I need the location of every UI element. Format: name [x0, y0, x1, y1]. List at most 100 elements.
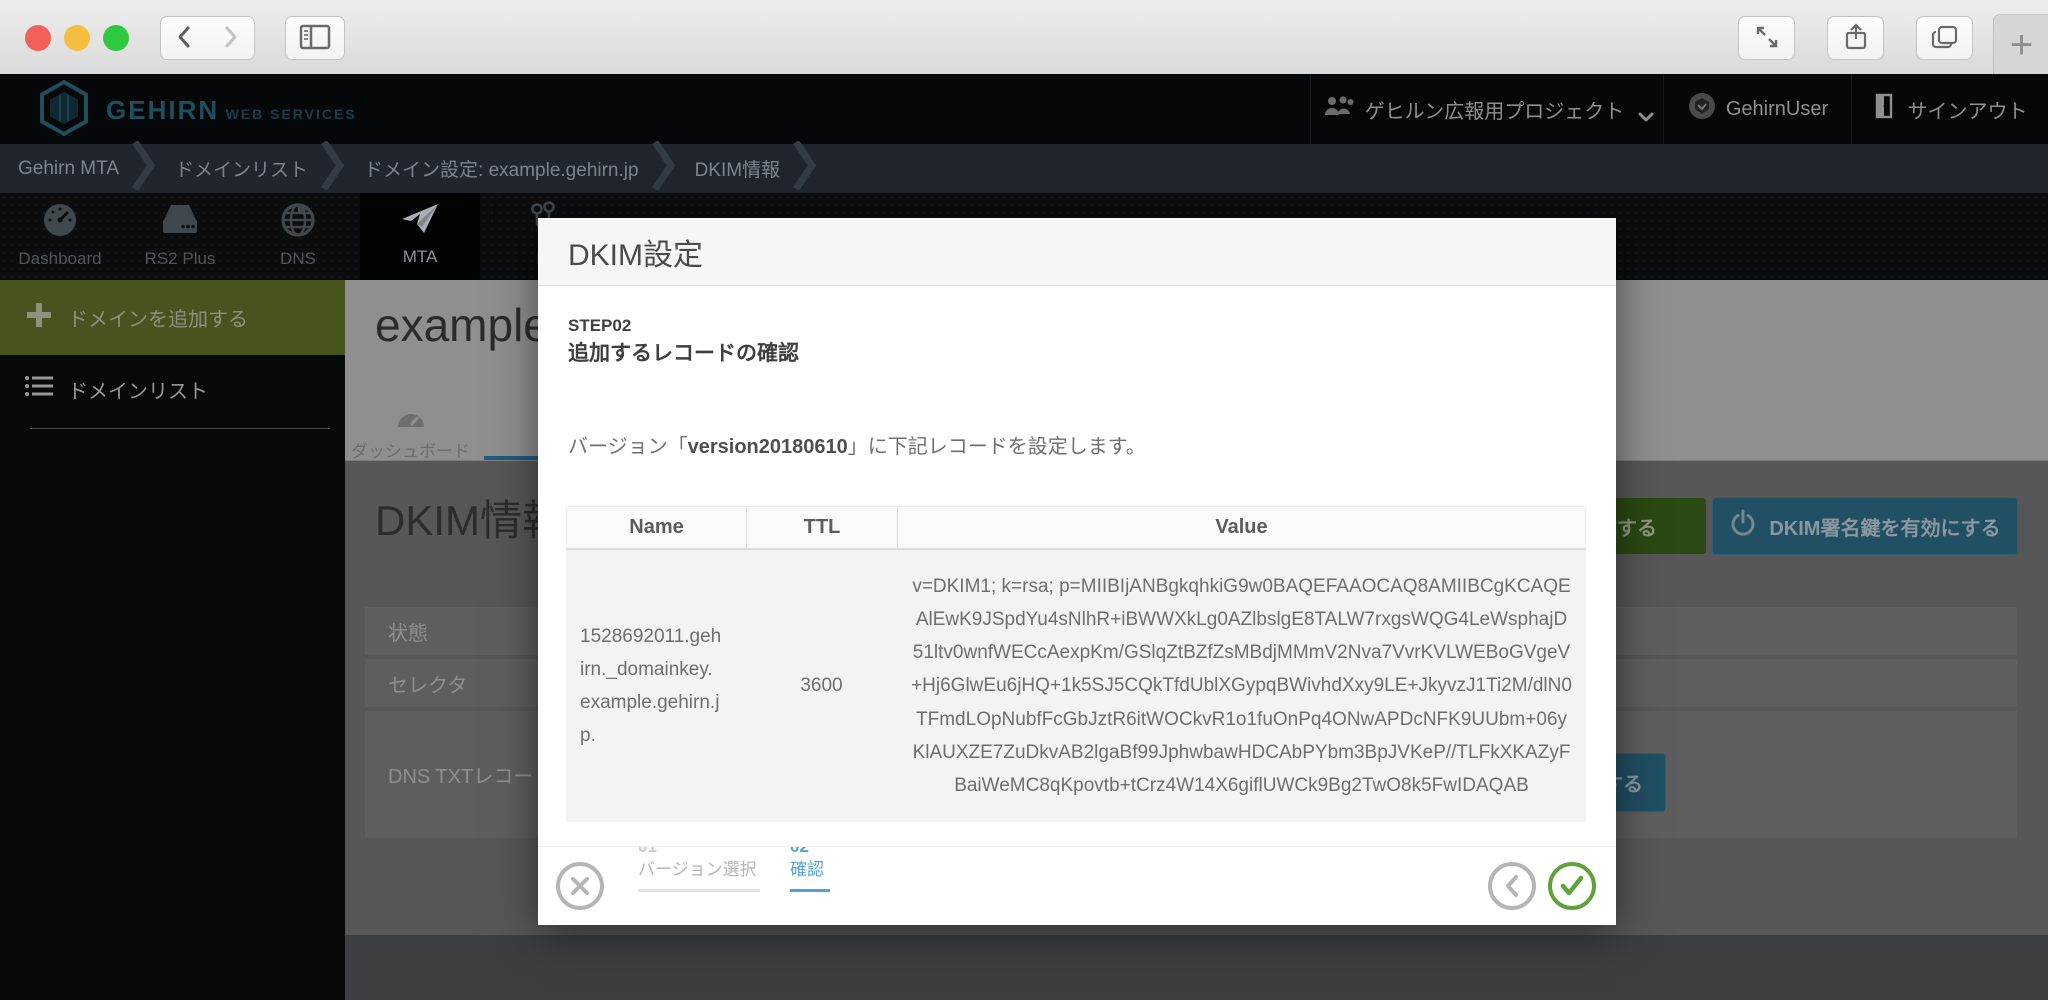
signout-label: サインアウト	[1908, 95, 2028, 124]
modal-title: DKIM設定	[568, 230, 703, 274]
sidebar: ドメインを追加する ドメインリスト	[0, 280, 345, 1000]
power-icon	[1729, 509, 1757, 543]
step-heading: 追加するレコードの確認	[568, 337, 799, 367]
nav-label: RS2 Plus	[145, 249, 216, 269]
sidebar-divider	[30, 428, 330, 429]
breadcrumb-chevron-icon	[651, 141, 677, 196]
window-zoom-button[interactable]	[103, 25, 129, 51]
sidebar-toggle-button[interactable]	[285, 16, 345, 60]
globe-icon	[279, 201, 317, 244]
nav-label: Dashboard	[18, 249, 101, 269]
gauge-icon	[396, 408, 426, 433]
wizard-steps: 01 バージョン選択 02 確認	[638, 846, 830, 892]
tab-dashboard[interactable]: ダッシュボード	[349, 408, 472, 462]
sidebar-item-label: ドメインを追加する	[68, 303, 248, 332]
breadcrumb-chevron-icon	[792, 141, 818, 196]
project-selector[interactable]: ゲヒルン広報用プロジェクト	[1310, 74, 1664, 144]
window-minimize-button[interactable]	[64, 25, 90, 51]
list-icon	[24, 374, 54, 404]
record-name-cell: 1528692011.gehirn._domainkey.example.geh…	[566, 550, 746, 822]
user-badge-icon	[1688, 92, 1716, 126]
version-name: version20180610	[688, 436, 848, 458]
tab-label: ダッシュボード	[351, 437, 470, 462]
breadcrumb-item[interactable]: Gehirn MTA	[0, 158, 131, 180]
modal-footer: 01 バージョン選択 02 確認	[538, 846, 1616, 925]
close-icon	[569, 875, 591, 897]
brand-name: GEHIRN	[106, 95, 219, 125]
share-button[interactable]	[1827, 16, 1884, 60]
server-icon	[160, 201, 200, 244]
breadcrumb-item-current[interactable]: DKIM情報	[677, 155, 793, 182]
nav-label: MTA	[403, 247, 438, 267]
modal-confirm-button[interactable]	[1548, 862, 1596, 910]
nav-label: DNS	[280, 249, 316, 269]
brand-logo[interactable]: GEHIRN WEB SERVICES	[38, 79, 357, 142]
chevron-right-icon	[223, 25, 239, 52]
people-icon	[1323, 95, 1355, 123]
nav-item-dashboard[interactable]: Dashboard	[0, 201, 120, 269]
fullscreen-arrows-icon	[1754, 24, 1780, 53]
column-header-value: Value	[898, 507, 1585, 548]
overlapping-windows-icon	[1931, 24, 1959, 53]
modal-description: バージョン「version20180610」に下記レコードを設定します。	[568, 430, 1146, 459]
record-ttl-cell: 3600	[746, 550, 897, 822]
plus-icon	[26, 302, 52, 334]
breadcrumb-chevron-icon	[131, 141, 157, 196]
plus-icon: +	[2010, 23, 2033, 68]
brand-subtitle: WEB SERVICES	[226, 106, 357, 122]
check-icon	[1559, 875, 1585, 897]
domain-heading: example	[375, 298, 549, 352]
modal-header: DKIM設定	[538, 218, 1616, 286]
share-icon	[1844, 23, 1868, 54]
modal-close-button[interactable]	[556, 862, 604, 910]
record-table: Name TTL Value 1528692011.gehirn._domain…	[566, 506, 1586, 822]
window-close-button[interactable]	[25, 25, 51, 51]
sidebar-item-add-domain[interactable]: ドメインを追加する	[0, 280, 345, 355]
enable-dkim-button[interactable]: DKIM署名鍵を有効にする	[1712, 497, 2018, 555]
paper-plane-icon	[400, 201, 440, 242]
chevron-left-icon	[1503, 874, 1521, 898]
browser-back-button[interactable]	[160, 16, 208, 60]
dkim-settings-modal: DKIM設定 STEP02 追加するレコードの確認 バージョン「version2…	[538, 218, 1616, 925]
app-header: GEHIRN WEB SERVICES ゲヒルン広報用プロジェクト	[0, 74, 2048, 144]
nav-item-rs2plus[interactable]: RS2 Plus	[120, 201, 240, 269]
user-name: GehirnUser	[1726, 98, 1828, 121]
record-value-cell: v=DKIM1; k=rsa; p=MIIBIjANBgkqhkiG9w0BAQ…	[897, 550, 1586, 822]
breadcrumb-chevron-icon	[320, 141, 346, 196]
record-table-header: Name TTL Value	[566, 506, 1586, 550]
signout-door-icon	[1874, 93, 1898, 125]
step-kicker: STEP02	[568, 315, 631, 336]
screen: + GEHIRN WEB SERVICES	[0, 0, 2048, 1000]
wizard-step-1[interactable]: 01 バージョン選択	[638, 846, 760, 892]
new-tab-button[interactable]: +	[1993, 14, 2048, 75]
project-name: ゲヒルン広報用プロジェクト	[1365, 95, 1625, 124]
sidebar-panel-icon	[299, 24, 331, 53]
fullscreen-button[interactable]	[1738, 16, 1795, 60]
user-menu[interactable]: GehirnUser	[1663, 74, 1852, 144]
row-label: DNS TXTレコード	[388, 760, 553, 789]
browser-chrome: +	[0, 0, 2048, 75]
nav-item-dns[interactable]: DNS	[238, 201, 358, 269]
sidebar-item-label: ドメインリスト	[68, 375, 208, 404]
sidebar-item-domain-list[interactable]: ドメインリスト	[0, 355, 345, 423]
browser-forward-button[interactable]	[207, 16, 255, 60]
page-bottom-band	[345, 935, 2048, 1000]
chevron-down-icon	[1638, 105, 1652, 114]
row-label: セレクタ	[388, 669, 467, 698]
hexagon-logo-icon	[38, 79, 90, 142]
column-header-ttl: TTL	[747, 507, 898, 548]
tab-overview-button[interactable]	[1916, 16, 1973, 60]
signout-button[interactable]: サインアウト	[1851, 74, 2048, 144]
breadcrumb-item[interactable]: ドメインリスト	[157, 155, 320, 182]
column-header-name: Name	[567, 507, 747, 548]
wizard-step-2[interactable]: 02 確認	[790, 846, 830, 892]
nav-item-mta[interactable]: MTA	[360, 201, 480, 267]
modal-back-button[interactable]	[1488, 862, 1536, 910]
section-title: DKIM情報	[375, 487, 564, 548]
breadcrumb-item[interactable]: ドメイン設定: example.gehirn.jp	[346, 155, 651, 182]
gauge-icon	[41, 201, 79, 244]
row-label: 状態	[388, 617, 428, 646]
breadcrumb: Gehirn MTA ドメインリスト ドメイン設定: example.gehir…	[0, 144, 2048, 193]
chevron-left-icon	[176, 25, 192, 52]
record-table-row: 1528692011.gehirn._domainkey.example.geh…	[566, 550, 1586, 822]
